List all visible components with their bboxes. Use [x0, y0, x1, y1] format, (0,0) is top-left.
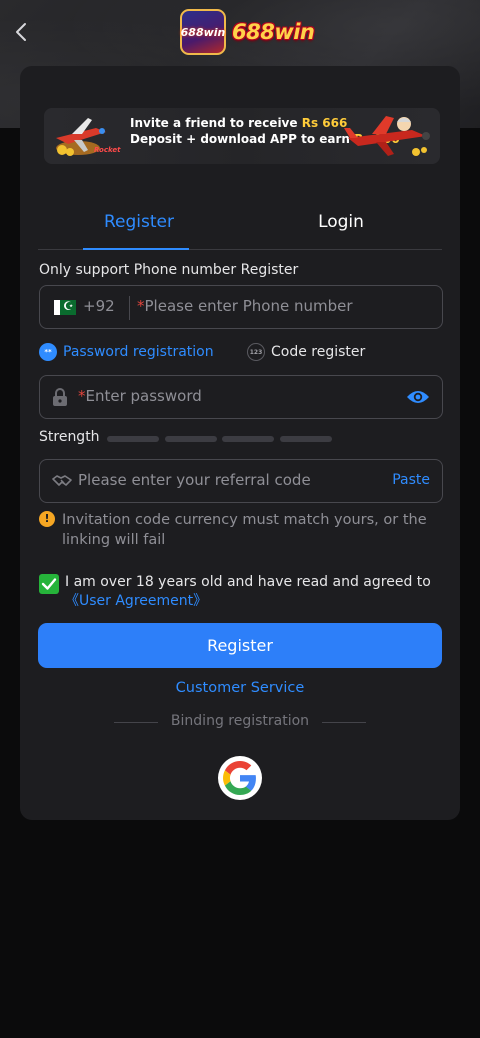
paste-button[interactable]: Paste: [392, 472, 430, 488]
strength-bar-2: [165, 436, 217, 442]
app-icon: 688win: [180, 9, 226, 55]
code-register-option[interactable]: 123 Code register: [247, 343, 365, 361]
referral-field[interactable]: Please enter your referral code Paste: [39, 459, 443, 503]
google-signin-button[interactable]: [218, 756, 262, 800]
warning-text: Invitation code currency must match your…: [62, 512, 427, 548]
referral-input[interactable]: Please enter your referral code: [78, 471, 311, 489]
airplane-icon: [344, 116, 430, 156]
binding-registration-label: Binding registration: [170, 713, 310, 729]
pakistan-flag-icon[interactable]: [54, 300, 76, 315]
password-registration-option[interactable]: ** Password registration: [39, 343, 214, 361]
phone-field[interactable]: +92 *Please enter Phone number: [39, 285, 443, 329]
tab-login[interactable]: Login: [240, 212, 442, 232]
strength-label: Strength: [39, 429, 100, 445]
password-input[interactable]: *Enter password: [78, 387, 202, 405]
eye-icon[interactable]: [406, 388, 430, 406]
banner-tag: Rocket: [94, 146, 121, 154]
checkmark-icon: [41, 578, 57, 590]
user-agreement-link[interactable]: 《User Agreement》: [65, 593, 207, 609]
auth-tabs: Register Login: [38, 204, 442, 250]
field-divider: [129, 296, 130, 320]
active-tab-indicator: [83, 248, 189, 250]
handshake-icon: [52, 475, 72, 486]
strength-bar-3: [222, 436, 274, 442]
asterisk-icon: **: [39, 343, 57, 361]
country-code[interactable]: +92: [83, 297, 115, 315]
register-button[interactable]: Register: [38, 623, 442, 668]
google-icon: [223, 761, 256, 795]
password-field[interactable]: *Enter password: [39, 375, 443, 419]
brand-wordmark: 688win: [232, 20, 315, 44]
agreement-checkbox[interactable]: [39, 574, 59, 594]
agreement-text: I am over 18 years old and have read and…: [65, 574, 431, 609]
register-card: Invite a friend to receive Rs 666 Deposi…: [20, 66, 460, 820]
banner-line-1: Invite a friend to receive Rs 666: [130, 116, 348, 130]
phone-only-notice: Only support Phone number Register: [39, 262, 299, 278]
tab-register[interactable]: Register: [38, 212, 240, 232]
logo: 688win 688win: [180, 8, 315, 56]
strength-bar-1: [107, 436, 159, 442]
password-registration-label: Password registration: [63, 344, 214, 360]
binding-divider-right: [322, 722, 366, 723]
phone-input[interactable]: *Please enter Phone number: [137, 297, 353, 315]
numeric-code-icon: 123: [247, 343, 265, 361]
strength-bar-4: [280, 436, 332, 442]
app-icon-text: 688win: [180, 25, 226, 39]
warning-icon: !: [39, 511, 55, 527]
chevron-left-icon[interactable]: [10, 20, 34, 44]
promo-banner[interactable]: Invite a friend to receive Rs 666 Deposi…: [44, 108, 440, 164]
customer-service-link[interactable]: Customer Service: [20, 680, 460, 696]
code-register-label: Code register: [271, 344, 366, 360]
lock-icon: [53, 388, 67, 406]
